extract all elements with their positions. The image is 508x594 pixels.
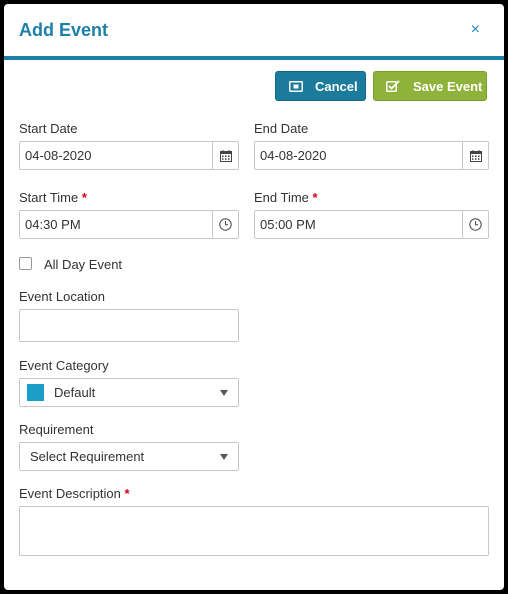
cancel-icon (289, 80, 303, 92)
start-time-label-text: Start Time (19, 190, 79, 205)
header-divider (4, 56, 504, 60)
dialog-title: Add Event (19, 20, 109, 40)
required-marker: * (124, 486, 130, 501)
event-location-label: Event Location (19, 289, 106, 304)
chevron-down-icon (220, 389, 228, 396)
add-event-dialog: Add Event × Cancel Save Event Start Date… (4, 4, 504, 590)
save-event-button[interactable]: Save Event (373, 71, 487, 101)
end-time-value: 05:00 PM (260, 217, 316, 232)
requirement-select[interactable]: Select Requirement (19, 442, 239, 471)
event-location-input[interactable] (19, 309, 239, 342)
end-date-label: End Date (254, 121, 309, 136)
category-color-swatch (27, 384, 44, 401)
start-time-value: 04:30 PM (25, 217, 81, 232)
required-marker: * (312, 190, 318, 205)
chevron-down-icon (220, 453, 228, 460)
all-day-checkbox[interactable] (19, 257, 32, 270)
clock-icon[interactable] (462, 211, 488, 238)
dialog-header: Add Event × (4, 4, 504, 60)
event-category-value: Default (54, 385, 96, 400)
end-time-label-text: End Time (254, 190, 309, 205)
start-time-label: Start Time * (19, 190, 87, 205)
end-time-field[interactable]: 05:00 PM (254, 210, 489, 239)
start-date-field[interactable]: 04-08-2020 (19, 141, 239, 170)
all-day-label: All Day Event (44, 257, 123, 272)
end-date-field[interactable]: 04-08-2020 (254, 141, 489, 170)
event-description-label-text: Event Description (19, 486, 121, 501)
close-icon[interactable]: × (471, 22, 480, 38)
event-description-label: Event Description * (19, 486, 130, 501)
start-date-label: Start Date (19, 121, 78, 136)
clock-icon[interactable] (212, 211, 238, 238)
end-date-value: 04-08-2020 (260, 148, 327, 163)
calendar-icon[interactable] (212, 142, 238, 169)
save-event-label: Save Event (413, 78, 483, 94)
calendar-icon[interactable] (462, 142, 488, 169)
requirement-value: Select Requirement (30, 449, 145, 464)
event-category-select[interactable]: Default (19, 378, 239, 407)
required-marker: * (81, 190, 87, 205)
requirement-label: Requirement (19, 422, 94, 437)
end-time-label: End Time * (254, 190, 318, 205)
event-category-label: Event Category (19, 358, 109, 373)
cancel-label: Cancel (315, 78, 358, 94)
start-time-field[interactable]: 04:30 PM (19, 210, 239, 239)
event-description-textarea[interactable] (19, 506, 489, 556)
cancel-button[interactable]: Cancel (275, 71, 366, 101)
start-date-value: 04-08-2020 (25, 148, 92, 163)
check-square-icon (386, 80, 400, 92)
